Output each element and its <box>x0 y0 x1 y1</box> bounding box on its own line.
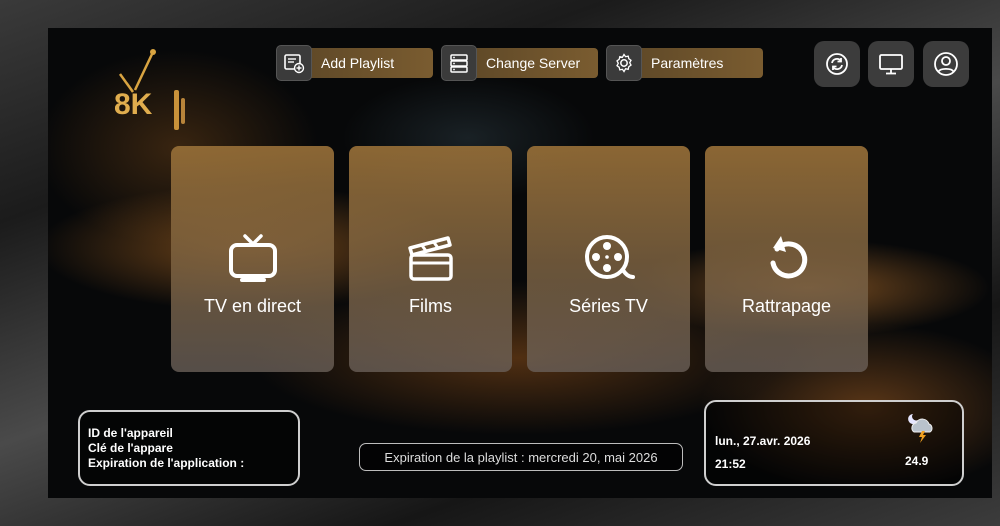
device-info-panel: ID de l'appareil Clé de l'appare Expirat… <box>78 410 300 486</box>
playlist-expiration: Expiration de la playlist : mercredi 20,… <box>359 443 683 471</box>
tile-films-label: Films <box>409 296 452 316</box>
screen-button[interactable] <box>868 41 914 87</box>
change-server-button[interactable]: Change Server <box>441 45 598 81</box>
tile-live-tv-label: TV en direct <box>203 296 302 316</box>
tv-icon <box>227 232 279 284</box>
logo-text: 8K <box>114 88 153 121</box>
app-expiration-label: Expiration de l'application : <box>88 456 245 470</box>
app-screen: 8K Add Playlist Change Server Paramètres… <box>48 28 992 498</box>
tile-catchup[interactable]: Rattrapage <box>705 146 868 372</box>
date-text: lun., 27.avr. 2026 <box>715 434 811 448</box>
gear-icon <box>606 45 642 81</box>
settings-label: Paramètres <box>651 55 724 71</box>
tile-films[interactable]: Films <box>349 146 512 372</box>
tile-live-tv[interactable]: TV en direct <box>171 146 334 372</box>
temperature-text: 24.9 <box>905 454 929 468</box>
app-logo: 8K <box>108 46 198 136</box>
device-id-label: ID de l'appareil <box>88 426 173 440</box>
tile-series-label: Séries TV <box>569 296 648 316</box>
tile-catchup-label: Rattrapage <box>741 296 832 316</box>
time-text: 21:52 <box>715 457 746 471</box>
monitor-icon <box>879 54 903 75</box>
playlist-add-icon <box>276 45 312 81</box>
playlist-expiration-text: Expiration de la playlist : mercredi 20,… <box>384 449 658 465</box>
datetime-weather-panel: lun., 27.avr. 2026 21:52 24.9 <box>704 400 964 486</box>
refresh-button[interactable] <box>814 41 860 87</box>
add-playlist-button[interactable]: Add Playlist <box>276 45 433 81</box>
add-playlist-label: Add Playlist <box>321 55 395 71</box>
night-storm-icon <box>904 412 938 447</box>
replay-icon <box>761 232 813 284</box>
change-server-label: Change Server <box>486 55 581 71</box>
tile-series[interactable]: Séries TV <box>527 146 690 372</box>
settings-button[interactable]: Paramètres <box>606 45 763 81</box>
server-icon <box>441 45 477 81</box>
profile-button[interactable] <box>923 41 969 87</box>
clapperboard-icon <box>405 232 457 284</box>
user-icon <box>934 52 958 76</box>
device-key-label: Clé de l'appare <box>88 441 173 455</box>
film-reel-icon <box>583 232 635 284</box>
refresh-icon <box>826 53 848 75</box>
